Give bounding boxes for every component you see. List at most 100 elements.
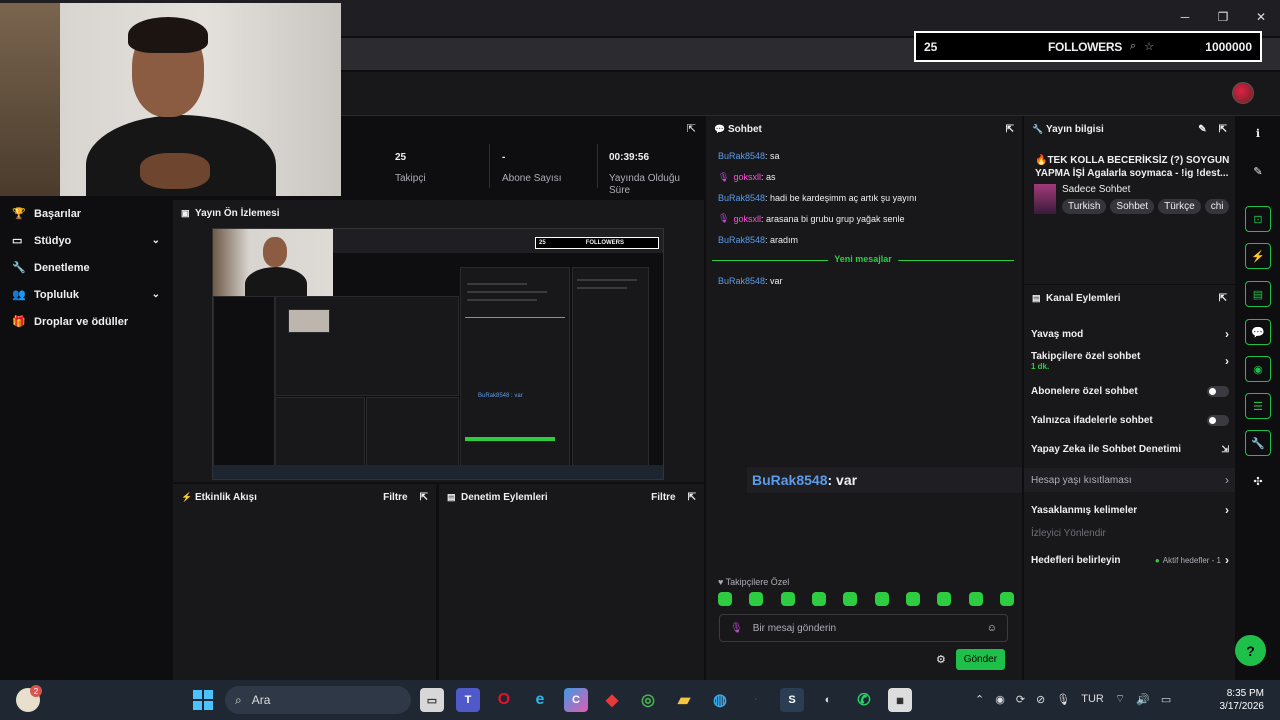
send-button[interactable]: Gönder: [955, 649, 1005, 670]
chat-message[interactable]: BuRak8548: aradım: [718, 229, 1014, 250]
popout-icon[interactable]: ⇱: [687, 122, 696, 135]
browser-icon[interactable]: ◍: [708, 688, 732, 712]
sidebar-item-drops[interactable]: 🎁 Droplar ve ödüller: [0, 308, 172, 335]
tray-sync-icon[interactable]: ⟳: [1016, 693, 1025, 706]
chat-message[interactable]: 🎙 goksxll: as: [718, 167, 1014, 188]
emote-icon[interactable]: [937, 592, 952, 606]
activity-filter-button[interactable]: Filtre: [383, 492, 407, 503]
list-icon[interactable]: ▤: [1245, 281, 1271, 307]
chat-message[interactable]: BuRak8548: sa: [718, 146, 1014, 167]
sidebar-item-achievements[interactable]: 🏆 Başarılar: [0, 200, 172, 227]
search-icon: ⌕: [235, 692, 242, 707]
tray-app-icon[interactable]: ◉: [995, 693, 1005, 706]
maximize-button[interactable]: ❐: [1204, 0, 1242, 34]
qr-app-icon[interactable]: ▦: [888, 688, 912, 712]
chevron-up-icon[interactable]: ⌃: [975, 693, 984, 706]
emote-icon[interactable]: [811, 592, 826, 606]
chat-input[interactable]: 🎙 Bir mesaj gönderin ☺: [719, 614, 1008, 642]
clip-icon[interactable]: ⊡: [1245, 206, 1271, 232]
minimize-button[interactable]: ─: [1166, 0, 1204, 34]
preview-info-line: [577, 279, 637, 281]
info-icon[interactable]: ℹ: [1245, 120, 1271, 146]
slow-mode-row[interactable]: Yavaş mod ›: [1031, 327, 1229, 341]
file-explorer-icon[interactable]: ▭: [420, 688, 444, 712]
wifi-icon[interactable]: ⌔: [1115, 692, 1125, 706]
chat-icon[interactable]: 💬: [1245, 319, 1271, 345]
broadcast-icon[interactable]: ◉: [1245, 356, 1271, 382]
chrome-icon[interactable]: ◎: [636, 688, 660, 712]
obs-icon[interactable]: ◐: [816, 688, 840, 712]
chat-message[interactable]: 🎙 goksxll: arasana bi grubu grup yağak s…: [718, 208, 1014, 229]
moderation-filter-button[interactable]: Filtre: [651, 492, 675, 503]
teams-icon[interactable]: T: [456, 688, 480, 712]
copilot-icon[interactable]: C: [564, 688, 588, 712]
preview-followers-overlay: 25 FOLLOWERS 1000000: [535, 237, 659, 249]
popout-icon[interactable]: ⇱: [1006, 124, 1014, 135]
opera-icon[interactable]: O: [492, 688, 516, 712]
popout-icon[interactable]: ⇱: [1219, 293, 1227, 304]
emote-icon[interactable]: [749, 592, 764, 606]
category-thumbnail: [1034, 184, 1056, 214]
microphone-icon[interactable]: 🎙: [1056, 693, 1070, 706]
wrench-icon[interactable]: 🔧: [1245, 430, 1271, 456]
whatsapp-icon[interactable]: ✆: [852, 688, 876, 712]
emote-chat-toggle[interactable]: [1207, 415, 1229, 426]
edit-icon[interactable]: ✎: [1198, 124, 1206, 135]
pencil-icon[interactable]: ✎: [1245, 158, 1271, 184]
chat-settings-icon[interactable]: ⚙: [936, 653, 946, 666]
popout-icon[interactable]: ⇱: [688, 492, 696, 503]
language-indicator[interactable]: TUR: [1081, 693, 1104, 705]
moderation-actions-panel: ▤ Denetim Eylemleri Filtre ⇱: [439, 484, 704, 680]
tag[interactable]: Turkish: [1062, 199, 1107, 214]
edge-icon[interactable]: e: [528, 688, 552, 712]
folder-icon[interactable]: ▰: [672, 688, 696, 712]
emote-icon[interactable]: [999, 592, 1014, 606]
goals-row[interactable]: Hedefleri belirleyin Aktif hedefler - 1 …: [1031, 553, 1229, 567]
emoji-picker-icon[interactable]: ☺: [987, 623, 997, 634]
taskbar-search[interactable]: ⌕ Ara: [225, 686, 411, 714]
emote-icon[interactable]: [843, 592, 858, 606]
stream-preview-video[interactable]: 25 FOLLOWERS 1000000 BuRak8548 : var: [212, 228, 664, 480]
followers-chat-row[interactable]: Takipçilere özel sohbet 1 dk. ›: [1031, 351, 1229, 371]
avatar[interactable]: [1232, 82, 1254, 104]
support-button[interactable]: ?: [1235, 635, 1266, 666]
ai-moderation-row[interactable]: Yapay Zeka ile Sohbet Denetimi ⇲: [1031, 444, 1229, 455]
app-icon[interactable]: ·: [744, 688, 768, 712]
chat-message[interactable]: BuRak8548: var: [718, 271, 1014, 292]
document-icon: ▤: [447, 491, 456, 502]
start-button[interactable]: [193, 690, 213, 710]
emote-icon[interactable]: [874, 592, 889, 606]
emote-icon[interactable]: [905, 592, 920, 606]
highlighted-chat-message[interactable]: BuRak8548 : var: [747, 467, 1022, 493]
emote-icon[interactable]: [780, 592, 795, 606]
chat-message[interactable]: BuRak8548: hadi be kardeşimm aç artık şu…: [718, 188, 1014, 209]
tag[interactable]: Türkçe: [1158, 199, 1201, 214]
banned-words-row[interactable]: Yasaklanmış kelimeler ›: [1031, 503, 1229, 517]
sidebar-item-community[interactable]: 👥 Topluluk ⌄: [0, 281, 172, 308]
sidebar-item-moderation[interactable]: 🔧 Denetleme: [0, 254, 172, 281]
diamond-app-icon[interactable]: ◆: [600, 688, 624, 712]
system-clock[interactable]: 8:35 PM 3/17/2026: [1220, 687, 1265, 713]
lightning-icon[interactable]: ⚡: [1245, 243, 1271, 269]
tag[interactable]: Sohbet: [1110, 199, 1155, 214]
tag[interactable]: chi: [1204, 199, 1230, 214]
close-button[interactable]: ✕: [1242, 0, 1280, 34]
webcam-person-hands: [140, 153, 210, 189]
followers-label: FOLLOWERS: [1048, 39, 1122, 54]
emote-icon[interactable]: [968, 592, 983, 606]
battery-icon[interactable]: ▭: [1161, 693, 1171, 706]
followers-chat-duration: 1 dk.: [1031, 362, 1050, 371]
followers-goal: 1000000: [1205, 39, 1252, 54]
steam-icon[interactable]: S: [780, 688, 804, 712]
subs-chat-toggle[interactable]: [1207, 386, 1229, 397]
volume-icon[interactable]: 🔊: [1136, 693, 1150, 706]
panels-icon[interactable]: ☰: [1245, 393, 1271, 419]
extensions-icon[interactable]: ✣: [1245, 468, 1271, 494]
emote-icon[interactable]: [718, 592, 732, 606]
chevron-down-icon: ⌄: [151, 289, 160, 300]
tray-network-off-icon[interactable]: ⊘: [1036, 693, 1045, 706]
age-restriction-row[interactable]: Hesap yaşı kısıtlaması ›: [1024, 468, 1235, 492]
sidebar-item-studio[interactable]: ▭ Stüdyo ⌄: [0, 227, 172, 254]
popout-icon[interactable]: ⇱: [420, 492, 428, 503]
popout-icon[interactable]: ⇱: [1219, 124, 1227, 135]
